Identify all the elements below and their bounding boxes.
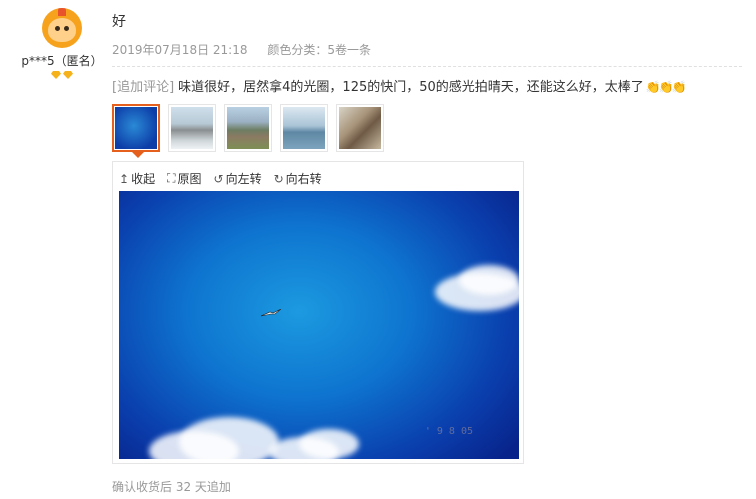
sku-info: 颜色分类：5卷一条 [267, 43, 371, 57]
thumbnail-rocks-photo[interactable] [168, 104, 216, 152]
append-text: 味道很好，居然拿4的光圈，125的快门，50的感光拍晴天，还能这么好，太棒了 [178, 80, 644, 95]
thumbnail-sea-photo[interactable] [280, 104, 328, 152]
avatar [42, 8, 82, 48]
original-size-label: 原图 [177, 172, 202, 186]
thumbnail-portrait-photo[interactable] [336, 104, 384, 152]
enlarged-photo[interactable]: ' 9 8 05 [119, 191, 519, 459]
reviewer-info: p***5（匿名） [14, 8, 110, 79]
review-text: 好 [112, 14, 126, 30]
rotate-right-icon: ↻ [273, 171, 284, 186]
image-viewer: ↥ 收起 ⛶ 原图 ↺ 向左转 ↻ 向右转 ' 9 8 05 [112, 161, 524, 464]
thumbnail-cliff-photo[interactable] [224, 104, 272, 152]
collapse-label: 收起 [131, 172, 156, 186]
rotate-right-label: 向右转 [285, 172, 322, 186]
append-tag: [追加评论] [112, 80, 175, 95]
thumbnail-list [112, 104, 384, 158]
cloud [459, 265, 519, 295]
rotate-left-icon: ↺ [213, 171, 224, 186]
username: p***5（匿名） [21, 54, 103, 68]
collapse-button[interactable]: ↥ 收起 [119, 170, 155, 187]
viewer-toolbar: ↥ 收起 ⛶ 原图 ↺ 向左转 ↻ 向右转 [119, 170, 322, 187]
photo-date-stamp: ' 9 8 05 [424, 426, 473, 437]
diamond-icon [51, 71, 61, 79]
divider [112, 66, 742, 67]
rotate-right-button[interactable]: ↻ 向右转 [274, 170, 322, 187]
append-timing-note: 确认收货后 32 天追加 [112, 480, 231, 494]
bird-icon [261, 309, 281, 317]
level-badges [14, 71, 110, 79]
append-review: [追加评论] 味道很好，居然拿4的光圈，125的快门，50的感光拍晴天，还能这么好… [112, 76, 687, 95]
thumbnail-sky-photo[interactable] [112, 104, 160, 158]
expand-icon: ⛶ [167, 171, 176, 185]
review-meta: 2019年07月18日 21:18 颜色分类：5卷一条 [112, 41, 371, 58]
rotate-left-button[interactable]: ↺ 向左转 [214, 170, 262, 187]
review-date: 2019年07月18日 21:18 [112, 43, 248, 57]
diamond-icon [63, 71, 73, 79]
cloud [299, 429, 359, 459]
collapse-arrow-icon: ↥ [119, 171, 130, 186]
original-size-button[interactable]: ⛶ 原图 [167, 170, 201, 187]
rotate-left-label: 向左转 [225, 172, 262, 186]
clap-icon: 👏👏👏 [645, 80, 687, 94]
